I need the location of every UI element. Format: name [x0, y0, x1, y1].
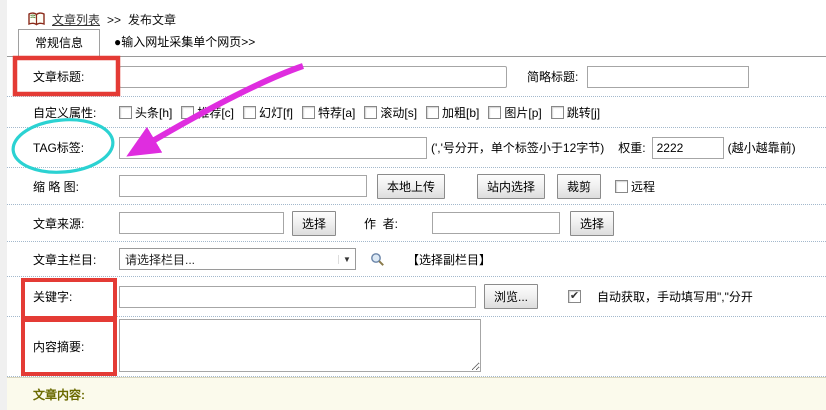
browse-button[interactable]: 浏览...	[484, 284, 538, 309]
checkbox-label: 加粗[b]	[442, 104, 479, 121]
source-select-button[interactable]: 选择	[292, 211, 336, 236]
publish-article-page: 文章列表 >> 发布文章 常规信息 ●输入网址采集单个网页>> 文章标题: 简略…	[7, 0, 826, 410]
checkbox-icon	[615, 180, 628, 193]
article-content-header: 文章内容:	[7, 377, 826, 410]
tag-hint: (','号分开，单个标签小于12字节)	[431, 139, 604, 156]
checkbox-special[interactable]: 特荐[a]	[302, 104, 355, 121]
article-title-input[interactable]	[119, 66, 507, 88]
custom-attributes-label: 自定义属性:	[7, 104, 119, 121]
short-title-label: 简略标题:	[527, 68, 578, 85]
remote-label: 远程	[631, 178, 655, 195]
article-title-label: 文章标题:	[7, 68, 119, 85]
row-custom-attributes: 自定义属性: 头条[h] 推荐[c] 幻灯[f] 特荐[a] 滚动[s] 加粗[…	[7, 97, 826, 128]
row-thumbnail: 缩 略 图: 本地上传 站内选择 裁剪 远程	[7, 168, 826, 205]
checkbox-picture[interactable]: 图片[p]	[488, 104, 541, 121]
main-category-label: 文章主栏目:	[7, 251, 119, 268]
checkbox-label: 跳转[j]	[567, 104, 600, 121]
checkbox-slide[interactable]: 幻灯[f]	[243, 104, 293, 121]
breadcrumb-link-article-list[interactable]: 文章列表	[52, 11, 100, 28]
row-article-title: 文章标题: 简略标题:	[7, 57, 826, 97]
checkbox-icon	[243, 106, 256, 119]
breadcrumb-current: 发布文章	[128, 11, 176, 28]
row-tag: TAG标签: (','号分开，单个标签小于12字节) 权重: (越小越靠前)	[7, 128, 826, 168]
crop-button[interactable]: 裁剪	[557, 174, 601, 199]
source-label: 文章来源:	[7, 215, 119, 232]
remote-checkbox[interactable]: 远程	[615, 178, 655, 195]
main-category-select[interactable]: 请选择栏目... ▼	[119, 248, 356, 270]
short-title-input[interactable]	[587, 66, 749, 88]
checkbox-recommend[interactable]: 推荐[c]	[181, 104, 234, 121]
thumbnail-label: 缩 略 图:	[7, 178, 119, 195]
checkbox-label: 特荐[a]	[318, 104, 355, 121]
checkbox-icon	[551, 106, 564, 119]
checkbox-icon	[181, 106, 194, 119]
weight-label: 权重:	[618, 139, 645, 156]
checkbox-icon	[302, 106, 315, 119]
weight-hint: (越小越靠前)	[728, 139, 796, 156]
search-category-icon[interactable]	[370, 252, 385, 267]
page-left-gutter	[0, 0, 7, 410]
author-input[interactable]	[432, 212, 560, 234]
checkbox-label: 滚动[s]	[380, 104, 417, 121]
breadcrumb: 文章列表 >> 发布文章	[7, 0, 826, 30]
breadcrumb-separator: >>	[107, 13, 121, 27]
tag-label: TAG标签:	[7, 139, 119, 156]
checkbox-scroll[interactable]: 滚动[s]	[364, 104, 417, 121]
book-icon	[28, 12, 45, 27]
collect-url-link[interactable]: ●输入网址采集单个网页>>	[100, 33, 255, 56]
checkbox-icon	[364, 106, 377, 119]
row-main-category: 文章主栏目: 请选择栏目... ▼ 【选择副栏目】	[7, 242, 826, 277]
checkbox-label: 图片[p]	[504, 104, 541, 121]
auto-fetch-checkbox[interactable]: ✔	[568, 290, 584, 303]
summary-textarea[interactable]	[119, 319, 481, 372]
checkbox-headline[interactable]: 头条[h]	[119, 104, 172, 121]
tab-general-info[interactable]: 常规信息	[18, 29, 100, 57]
author-label: 作 者:	[364, 215, 398, 232]
auto-fetch-label: 自动获取，手动填写用","分开	[597, 288, 753, 305]
tag-input[interactable]	[119, 137, 427, 159]
checkbox-checked-icon: ✔	[568, 290, 581, 303]
keywords-input[interactable]	[119, 286, 476, 308]
keywords-label: 关键字:	[7, 288, 119, 305]
row-source-author: 文章来源: 选择 作 者: 选择	[7, 205, 826, 242]
checkbox-label: 推荐[c]	[197, 104, 234, 121]
summary-label: 内容摘要:	[7, 338, 119, 355]
thumbnail-input[interactable]	[119, 175, 367, 197]
row-keywords: 关键字: 浏览... ✔ 自动获取，手动填写用","分开	[7, 277, 826, 317]
main-category-selected: 请选择栏目...	[120, 251, 338, 268]
source-input[interactable]	[119, 212, 284, 234]
chevron-down-icon: ▼	[338, 255, 355, 264]
weight-input[interactable]	[652, 137, 724, 159]
checkbox-icon	[119, 106, 132, 119]
author-select-button[interactable]: 选择	[570, 211, 614, 236]
site-select-button[interactable]: 站内选择	[477, 174, 545, 199]
article-content-label: 文章内容:	[33, 386, 85, 403]
checkbox-icon	[426, 106, 439, 119]
local-upload-button[interactable]: 本地上传	[377, 174, 445, 199]
row-summary: 内容摘要:	[7, 317, 826, 377]
tab-bar: 常规信息 ●输入网址采集单个网页>>	[7, 30, 826, 57]
checkbox-bold[interactable]: 加粗[b]	[426, 104, 479, 121]
checkbox-jump[interactable]: 跳转[j]	[551, 104, 600, 121]
checkbox-icon	[488, 106, 501, 119]
checkbox-label: 幻灯[f]	[259, 104, 293, 121]
select-sub-category-link[interactable]: 【选择副栏目】	[407, 251, 491, 268]
checkbox-label: 头条[h]	[135, 104, 172, 121]
